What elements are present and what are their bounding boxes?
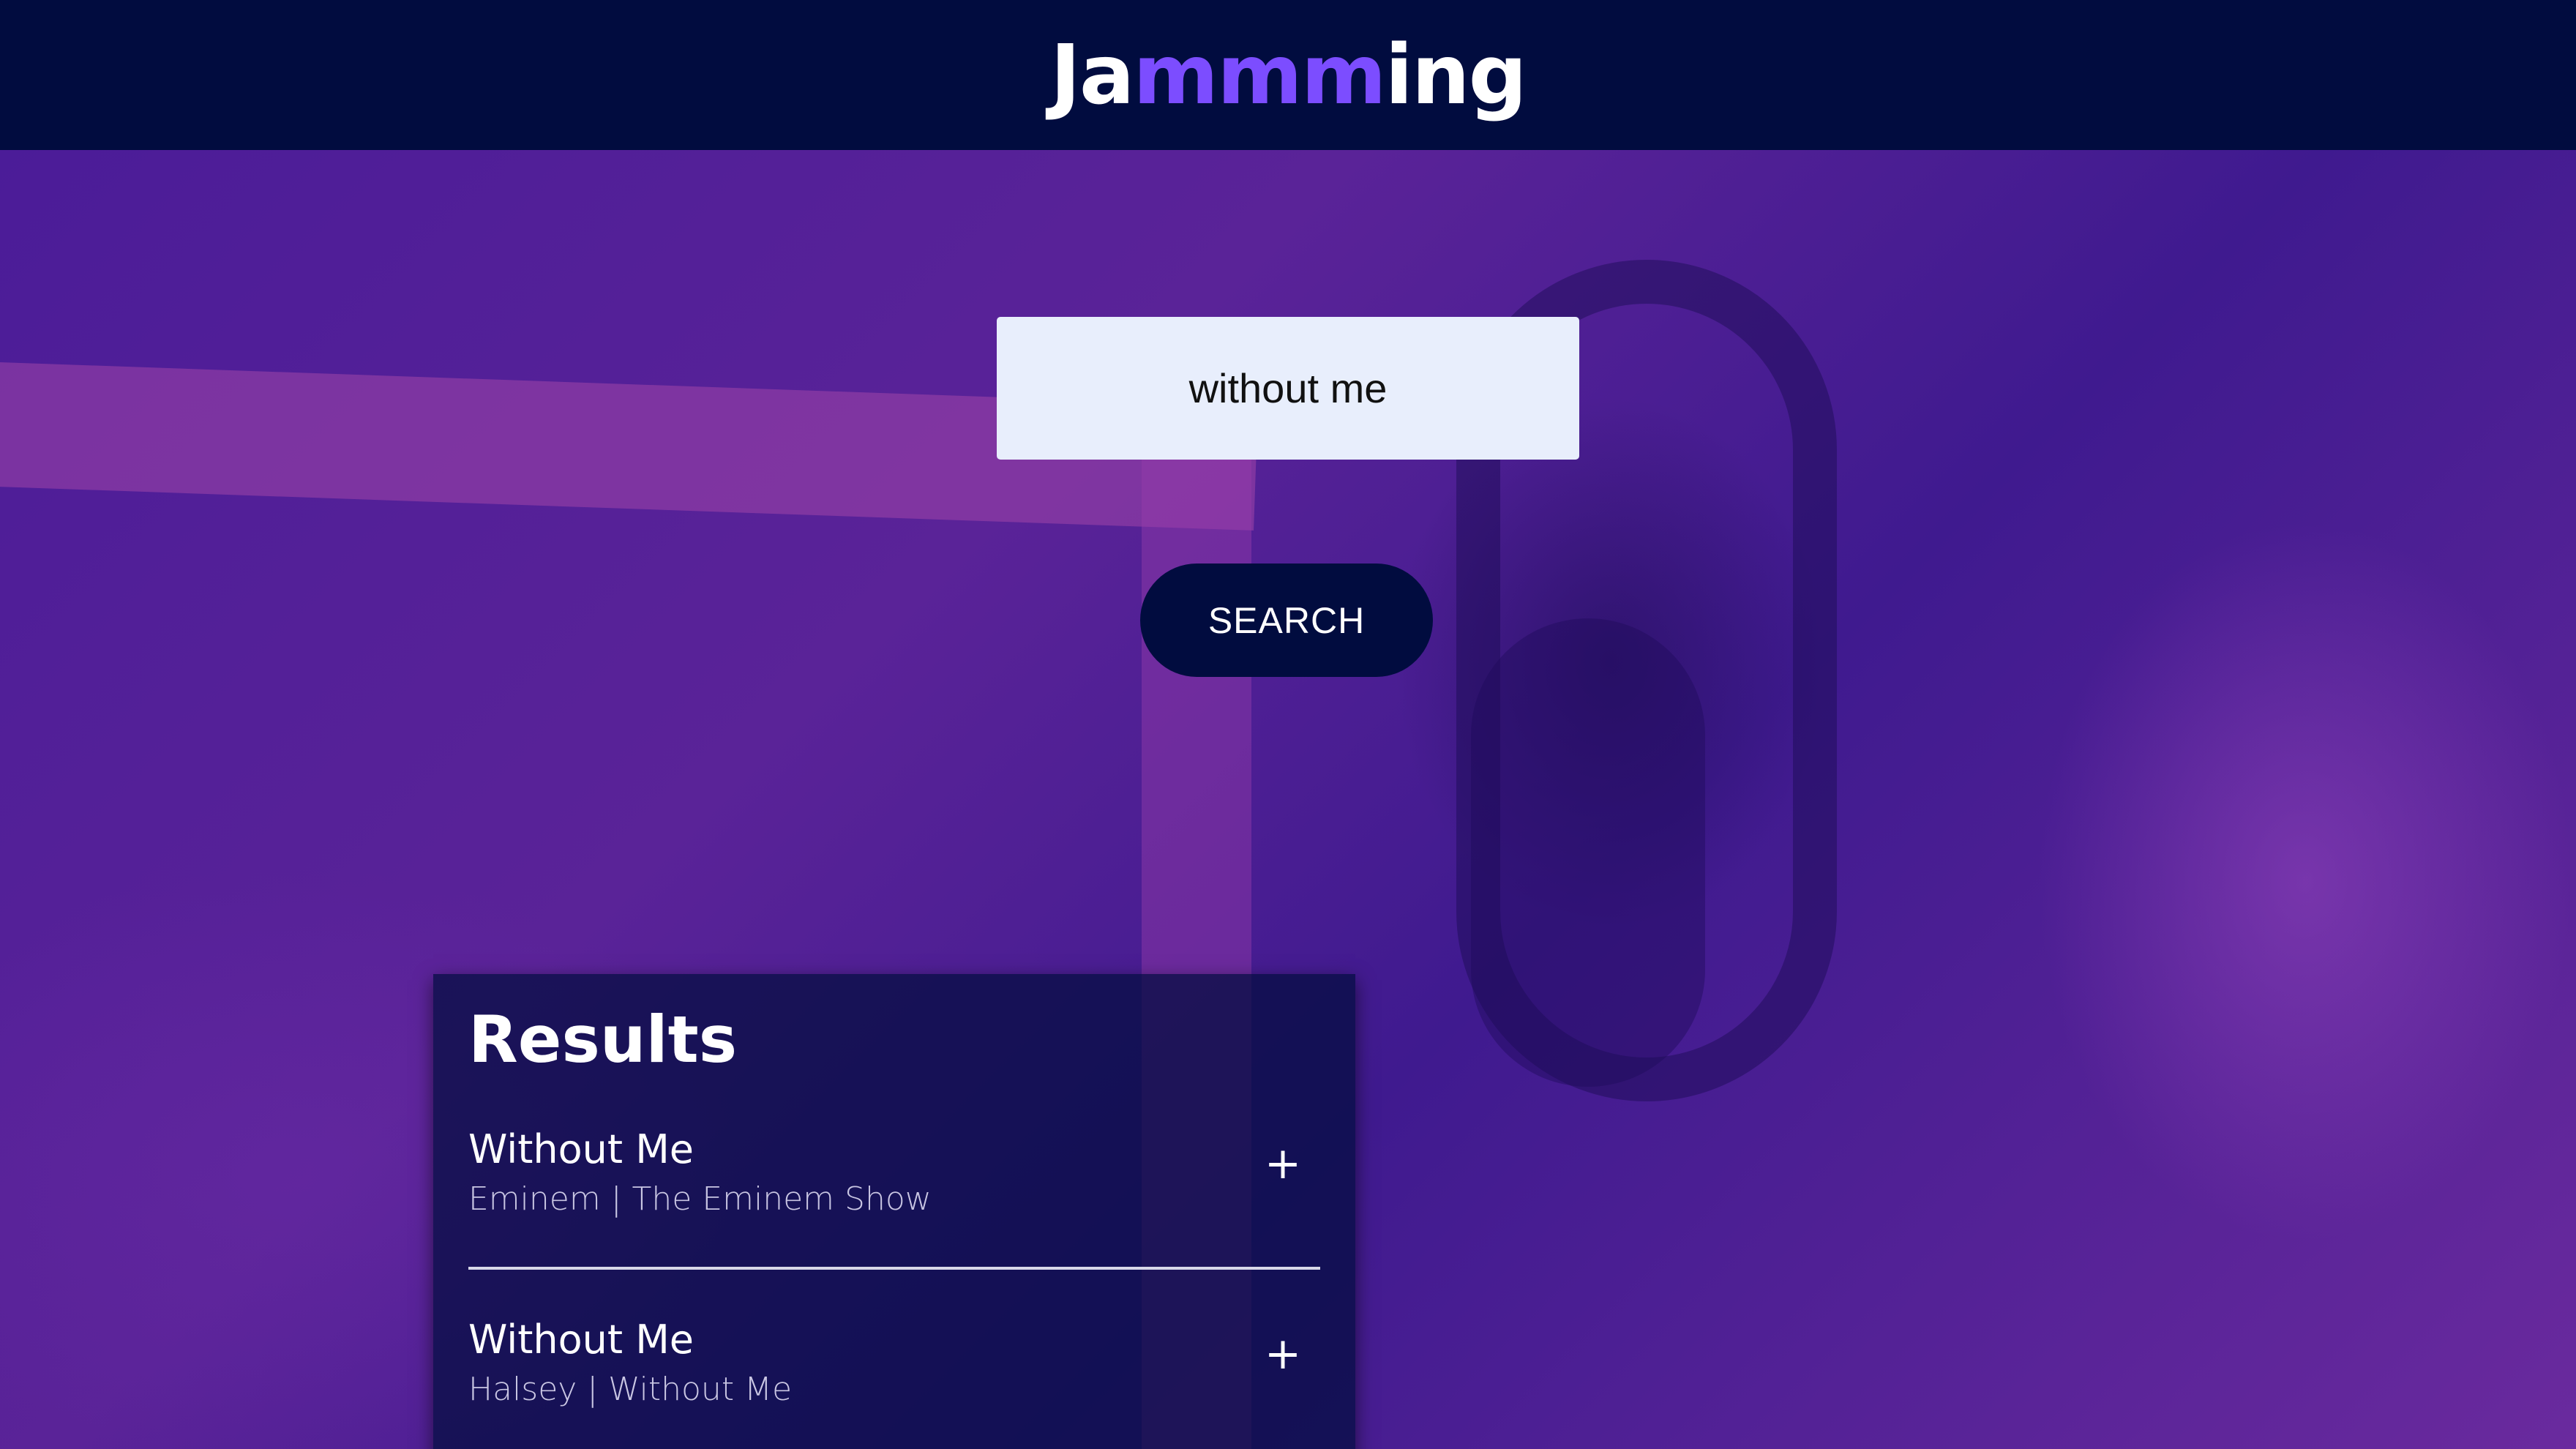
search-button[interactable]: SEARCH	[1140, 564, 1433, 677]
add-track-button[interactable]: +	[1257, 1328, 1308, 1379]
track-artist-album: Eminem | The Eminem Show	[468, 1180, 932, 1218]
track-artist-album: Halsey | Without Me	[468, 1371, 793, 1408]
logo-accent: mmm	[1133, 27, 1386, 123]
results-title: Results	[468, 1002, 738, 1077]
track-item: Without Me Halsey | Without Me +	[468, 1318, 1320, 1449]
background-headphone-cup	[1471, 618, 1705, 1087]
app-logo: Jammming	[1050, 34, 1527, 116]
app-window: Jammming SEARCH Results Without Me Emine…	[0, 0, 2576, 1449]
plus-icon: +	[1264, 1328, 1302, 1379]
track-name: Without Me	[468, 1317, 694, 1363]
logo-suffix: ing	[1385, 27, 1527, 123]
add-track-button[interactable]: +	[1257, 1138, 1308, 1189]
track-item: Without Me Eminem | The Eminem Show +	[468, 1128, 1320, 1270]
results-panel: Results Without Me Eminem | The Eminem S…	[433, 974, 1355, 1449]
app-header: Jammming	[0, 0, 2576, 150]
plus-icon: +	[1264, 1138, 1302, 1189]
search-input[interactable]	[997, 317, 1579, 460]
track-name: Without Me	[468, 1126, 694, 1172]
logo-prefix: Ja	[1050, 27, 1134, 123]
